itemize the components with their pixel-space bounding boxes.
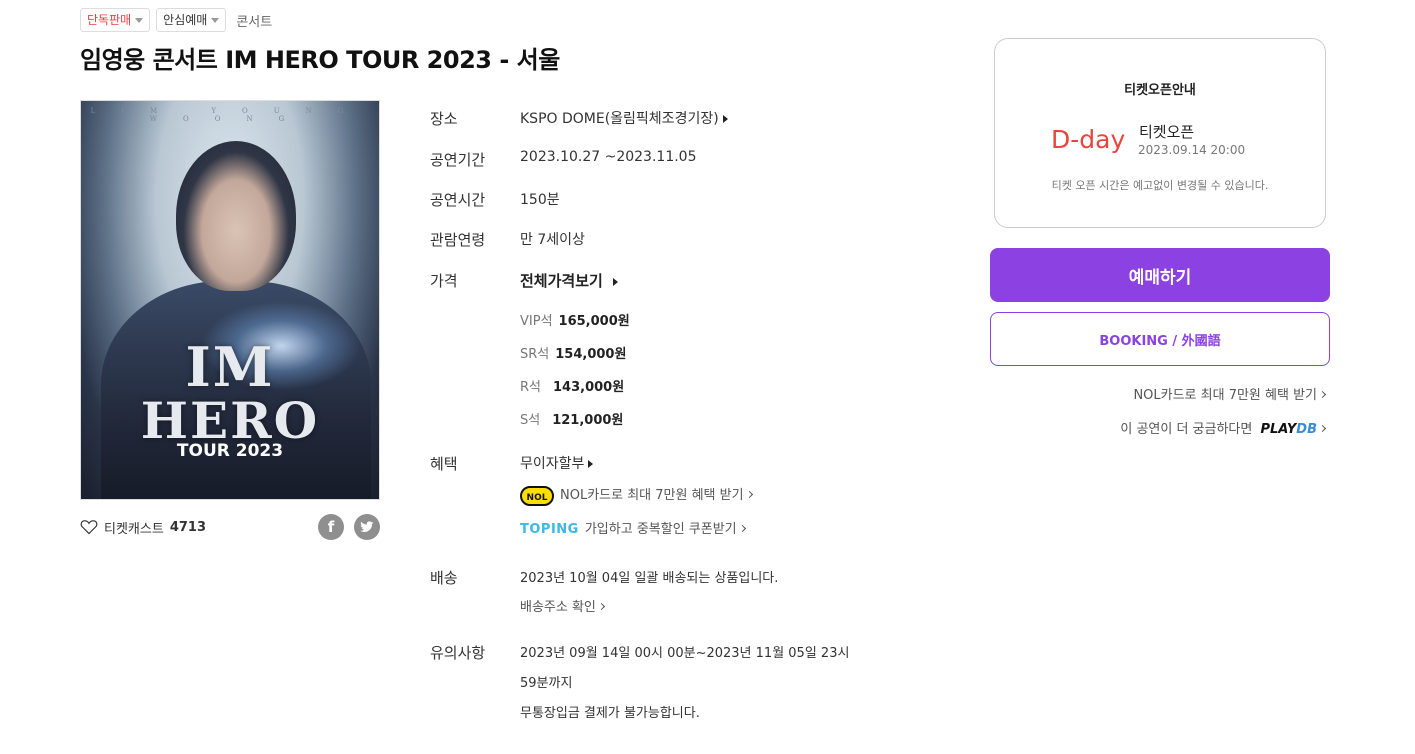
ticketcast-count: 4713 bbox=[169, 519, 206, 535]
delivery-row: 배송 2023년 10월 04일 일괄 배송되는 상품입니다. bbox=[430, 567, 778, 588]
price-item: VIP석 165,000원 bbox=[520, 310, 630, 329]
playdb-link[interactable]: 이 공연이 더 궁금하다면 PLAYDB bbox=[1120, 418, 1327, 437]
seat-price: 121,000원 bbox=[552, 413, 624, 428]
venue-row: 장소 KSPO DOME(올림픽체조경기장) bbox=[430, 108, 728, 129]
nol-logo-icon: NOL bbox=[520, 485, 554, 506]
venue-value: KSPO DOME(올림픽체조경기장) bbox=[520, 111, 719, 127]
runtime-label: 공연시간 bbox=[430, 191, 486, 209]
category-tags: 단독판매 안심예매 콘서트 bbox=[80, 8, 272, 32]
caret-right-icon bbox=[722, 115, 728, 123]
nol-card-link[interactable]: NOL카드로 최대 7만원 혜택 받기 bbox=[1133, 384, 1327, 403]
ticketcast-label: 티켓캐스트 bbox=[104, 521, 164, 537]
seat-grade: S석 bbox=[520, 413, 541, 428]
period-label: 공연기간 bbox=[430, 151, 486, 169]
poster-image: LIM YOUNG WOONG IM HERO TOUR 2023 bbox=[80, 100, 380, 500]
safe-booking-label: 안심예매 bbox=[163, 13, 208, 27]
nol-benefit-link[interactable]: NOL NOL카드로 최대 7만원 혜택 받기 bbox=[520, 484, 753, 506]
safe-booking-tag[interactable]: 안심예매 bbox=[156, 8, 227, 32]
price-row: 가격 전체가격보기 bbox=[430, 270, 618, 291]
playdb-logo-icon: PLAYDB bbox=[1260, 422, 1318, 437]
period-row: 공연기간 2023.10.27 ~2023.11.05 bbox=[430, 149, 697, 170]
chevron-right-icon bbox=[1318, 390, 1327, 399]
heart-icon[interactable] bbox=[80, 519, 98, 535]
installment-link[interactable]: 무이자할부 bbox=[520, 453, 594, 474]
twitter-icon[interactable] bbox=[354, 514, 380, 540]
ticket-open-label: 티켓오픈 bbox=[1139, 123, 1195, 141]
nol-benefit-text: NOL카드로 최대 7만원 혜택 받기 bbox=[560, 488, 744, 503]
book-button[interactable]: 예매하기 bbox=[990, 248, 1330, 302]
chevron-right-icon bbox=[597, 602, 605, 611]
chevron-right-icon bbox=[745, 490, 753, 499]
seat-grade: R석 bbox=[520, 380, 541, 395]
notes-line3: 무통장입금 결제가 불가능합니다. bbox=[520, 706, 700, 721]
delivery-value: 2023년 10월 04일 일괄 배송되는 상품입니다. bbox=[520, 571, 779, 586]
caret-right-icon bbox=[588, 460, 594, 468]
toping-benefit-text: 가입하고 중복할인 쿠폰받기 bbox=[584, 522, 737, 537]
chevron-right-icon bbox=[1318, 424, 1327, 433]
runtime-row: 공연시간 150분 bbox=[430, 189, 560, 210]
caret-right-icon bbox=[612, 277, 618, 286]
page-title: 임영웅 콘서트 IM HERO TOUR 2023 - 서울 bbox=[80, 46, 560, 74]
age-label: 관람연령 bbox=[430, 231, 486, 249]
period-value: 2023.10.27 ~2023.11.05 bbox=[520, 149, 697, 165]
delivery-address-label: 배송주소 확인 bbox=[520, 600, 596, 615]
toping-logo-icon: TOPING bbox=[520, 522, 579, 537]
benefit-label: 혜택 bbox=[430, 455, 458, 473]
poster-actions: 티켓캐스트 4713 f bbox=[80, 514, 380, 540]
installment-label: 무이자할부 bbox=[520, 456, 585, 472]
facebook-icon[interactable]: f bbox=[318, 514, 344, 540]
poster-title-line1: IM bbox=[185, 335, 275, 399]
venue-label: 장소 bbox=[430, 110, 458, 128]
exclusive-sale-label: 단독판매 bbox=[87, 13, 132, 27]
genre-label: 콘서트 bbox=[236, 14, 273, 30]
notes-line2: 59분까지 bbox=[520, 676, 573, 691]
runtime-value: 150분 bbox=[520, 192, 560, 208]
ticket-open-datetime: 2023.09.14 20:00 bbox=[1138, 143, 1246, 157]
view-all-prices-link[interactable]: 전체가격보기 bbox=[520, 270, 618, 291]
foreign-booking-button[interactable]: BOOKING / 外國語 bbox=[990, 312, 1330, 366]
poster-title-line3: TOUR 2023 bbox=[176, 441, 284, 461]
notes-row: 유의사항 2023년 09월 14일 00시 00분~2023년 11월 05일… bbox=[430, 642, 849, 663]
age-value: 만 7세이상 bbox=[520, 232, 585, 248]
chevron-right-icon bbox=[738, 524, 746, 533]
poster-figure-head bbox=[176, 141, 296, 291]
exclusive-sale-tag[interactable]: 단독판매 bbox=[80, 8, 151, 32]
benefit-row: 혜택 무이자할부 bbox=[430, 453, 594, 474]
poster-top-text: LIM YOUNG WOONG bbox=[90, 107, 370, 123]
nol-card-link-label: NOL카드로 최대 7만원 혜택 받기 bbox=[1133, 388, 1317, 403]
price-item: SR석 154,000원 bbox=[520, 343, 626, 362]
playdb-link-label: 이 공연이 더 궁금하다면 bbox=[1120, 422, 1253, 437]
venue-link[interactable]: KSPO DOME(올림픽체조경기장) bbox=[520, 108, 728, 129]
age-row: 관람연령 만 7세이상 bbox=[430, 229, 585, 250]
notice-warning: 티켓 오픈 시간은 예고없이 변경될 수 있습니다. bbox=[1051, 179, 1269, 192]
share-buttons: f bbox=[318, 514, 380, 540]
toping-benefit-link[interactable]: TOPING 가입하고 중복할인 쿠폰받기 bbox=[520, 518, 746, 537]
chevron-down-icon bbox=[211, 17, 220, 23]
chevron-down-icon bbox=[135, 17, 144, 23]
notice-title: 티켓오픈안내 bbox=[1124, 83, 1196, 98]
notes-line1: 2023년 09월 14일 00시 00분~2023년 11월 05일 23시 bbox=[520, 646, 850, 661]
dday-badge: D-day bbox=[1051, 125, 1126, 154]
view-all-prices-label: 전체가격보기 bbox=[520, 272, 603, 290]
price-item: S석 121,000원 bbox=[520, 409, 623, 428]
price-label: 가격 bbox=[430, 272, 458, 290]
delivery-label: 배송 bbox=[430, 569, 458, 587]
seat-price: 165,000원 bbox=[558, 314, 630, 329]
price-item: R석 143,000원 bbox=[520, 376, 624, 395]
seat-price: 143,000원 bbox=[553, 380, 625, 395]
seat-grade: VIP석 bbox=[520, 314, 553, 329]
seat-price: 154,000원 bbox=[555, 347, 627, 362]
seat-grade: SR석 bbox=[520, 347, 550, 362]
ticket-open-notice: 티켓오픈안내 D-day 티켓오픈 2023.09.14 20:00 티켓 오픈… bbox=[994, 38, 1326, 228]
notes-label: 유의사항 bbox=[430, 644, 486, 662]
delivery-address-link[interactable]: 배송주소 확인 bbox=[520, 596, 605, 615]
